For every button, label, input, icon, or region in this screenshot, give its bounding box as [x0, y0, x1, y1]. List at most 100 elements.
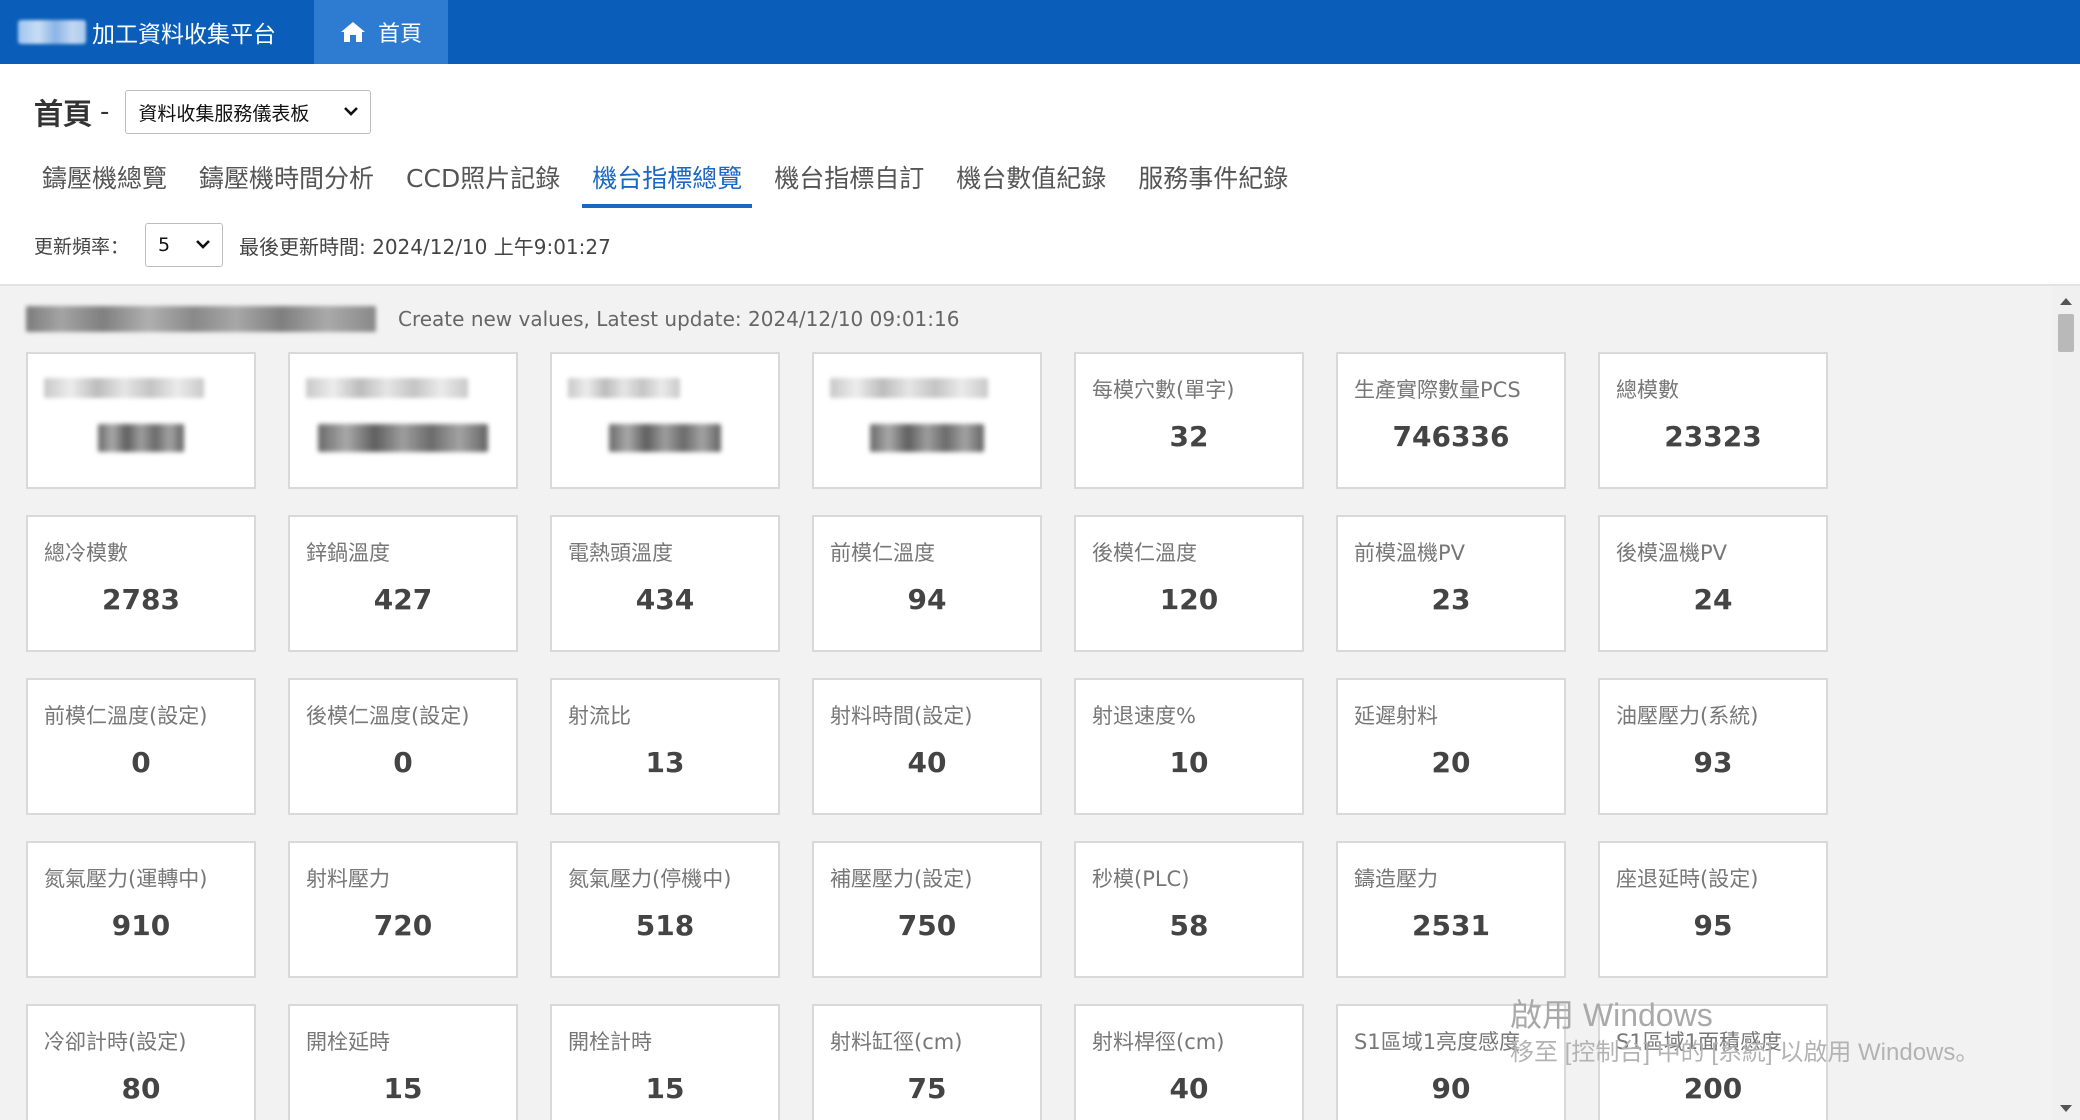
redacted-value — [609, 424, 721, 452]
scrollbar-thumb[interactable] — [2058, 314, 2074, 352]
indicator-label: 冷卻計時(設定) — [44, 1030, 187, 1054]
page-title: 首頁 — [34, 97, 93, 131]
indicator-value: 120 — [1159, 583, 1219, 616]
indicator-value: 13 — [645, 746, 685, 779]
indicator-label: S1區域1面積感度 — [1616, 1030, 1783, 1054]
indicator-card: 後模仁溫度(設定) 0 — [288, 678, 518, 815]
indicator-value: 200 — [1683, 1072, 1743, 1105]
indicator-label: 射料時間(設定) — [830, 704, 973, 728]
indicator-label: 鑄造壓力 — [1354, 867, 1438, 891]
indicator-card: 鑄造壓力 2531 — [1336, 841, 1566, 978]
tab-label: CCD照片記錄 — [406, 164, 561, 193]
refresh-interval-select[interactable]: 5 — [145, 223, 224, 267]
indicator-card: S1區域1面積感度 200 — [1598, 1004, 1828, 1120]
indicator-card: 生產實際數量PCS 746336 — [1336, 352, 1566, 489]
tab-ccd-photo-records[interactable]: CCD照片記錄 — [392, 150, 574, 204]
title-row: 首頁 - 資料收集服務儀表板 — [34, 90, 372, 134]
refresh-interval-value: 5 — [158, 234, 171, 256]
indicator-card: 氮氣壓力(運轉中) 910 — [26, 841, 256, 978]
indicator-card: 開栓計時 15 — [550, 1004, 780, 1120]
indicator-label: 生產實際數量PCS — [1354, 378, 1521, 402]
indicator-label: 每模穴數(單字) — [1092, 378, 1235, 402]
tab-bar: 鑄壓機總覽 鑄壓機時間分析 CCD照片記錄 機台指標總覽 機台指標自訂 機台數值… — [28, 150, 1306, 208]
redacted-label — [568, 378, 680, 398]
redacted-label — [306, 378, 468, 398]
indicator-value: 15 — [383, 1072, 423, 1105]
indicator-card: 射流比 13 — [550, 678, 780, 815]
indicator-card: 氮氣壓力(停機中) 518 — [550, 841, 780, 978]
indicator-card: 鋅鍋溫度 427 — [288, 515, 518, 652]
indicator-grid: 每模穴數(單字) 32 生產實際數量PCS 746336 總模數 23323 總冷模數… — [26, 352, 1828, 1120]
indicator-label: 射流比 — [568, 704, 631, 728]
indicator-value: 58 — [1169, 909, 1209, 942]
indicator-label: 補壓壓力(設定) — [830, 867, 973, 891]
tab-label: 機台指標自訂 — [774, 164, 925, 193]
indicator-card: 開栓延時 15 — [288, 1004, 518, 1120]
indicator-card-redacted — [288, 352, 518, 489]
indicator-label: S1區域1亮度感度 — [1354, 1030, 1521, 1054]
indicator-label: 射料桿徑(cm) — [1092, 1030, 1225, 1054]
chevron-down-icon — [196, 240, 210, 249]
indicator-value: 75 — [907, 1072, 947, 1105]
indicator-value: 10 — [1169, 746, 1209, 779]
redacted-value — [318, 424, 488, 452]
machine-id-redacted — [26, 306, 376, 332]
indicator-label: 射退速度% — [1092, 704, 1196, 728]
tab-die-caster-overview[interactable]: 鑄壓機總覽 — [28, 150, 181, 204]
indicator-label: 後模仁溫度(設定) — [306, 704, 470, 728]
indicator-value: 910 — [111, 909, 171, 942]
indicator-label: 射料壓力 — [306, 867, 390, 891]
indicator-card: 冷卻計時(設定) 80 — [26, 1004, 256, 1120]
tab-machine-indicator-overview[interactable]: 機台指標總覽 — [578, 150, 756, 208]
indicator-value: 32 — [1169, 420, 1209, 453]
tab-label: 鑄壓機總覽 — [42, 164, 168, 193]
home-icon — [340, 22, 365, 42]
tab-machine-indicator-custom[interactable]: 機台指標自訂 — [760, 150, 938, 204]
indicator-value: 750 — [897, 909, 957, 942]
indicator-label: 前模仁溫度 — [830, 541, 935, 565]
indicator-card: 補壓壓力(設定) 750 — [812, 841, 1042, 978]
indicator-label: 開栓延時 — [306, 1030, 390, 1054]
redacted-value — [98, 424, 184, 452]
indicator-card-redacted — [550, 352, 780, 489]
indicator-value: 93 — [1693, 746, 1733, 779]
tab-service-event-records[interactable]: 服務事件紀錄 — [1124, 150, 1302, 204]
indicator-card: 射料缸徑(cm) 75 — [812, 1004, 1042, 1120]
tab-die-caster-time-analysis[interactable]: 鑄壓機時間分析 — [185, 150, 388, 204]
brand[interactable]: 加工資料收集平台 — [18, 0, 276, 64]
refresh-label: 更新頻率： — [34, 235, 130, 258]
indicator-card: 射料壓力 720 — [288, 841, 518, 978]
indicator-value: 40 — [907, 746, 947, 779]
dashboard-select[interactable]: 資料收集服務儀表板 — [125, 90, 372, 134]
tab-machine-value-records[interactable]: 機台數值紀錄 — [942, 150, 1120, 204]
indicator-card: 前模溫機PV 23 — [1336, 515, 1566, 652]
nav-home-tab[interactable]: 首頁 — [314, 0, 448, 64]
title-dash: - — [100, 97, 110, 127]
redacted-label — [44, 378, 204, 398]
scroll-down-arrow-icon[interactable] — [2059, 1104, 2073, 1114]
indicator-card: 總冷模數 2783 — [26, 515, 256, 652]
indicator-label: 座退延時(設定) — [1616, 867, 1759, 891]
indicator-value: 2531 — [1412, 909, 1490, 942]
indicator-value: 40 — [1169, 1072, 1209, 1105]
brand-title: 加工資料收集平台 — [92, 22, 276, 48]
machine-update-meta: Create new values, Latest update: 2024/1… — [398, 307, 960, 331]
vertical-scrollbar[interactable] — [2052, 286, 2080, 1120]
indicator-label: 氮氣壓力(停機中) — [568, 867, 732, 891]
indicator-card: 秒模(PLC) 58 — [1074, 841, 1304, 978]
indicator-card: 射料桿徑(cm) 40 — [1074, 1004, 1304, 1120]
indicator-card: 後模溫機PV 24 — [1598, 515, 1828, 652]
indicator-card: 總模數 23323 — [1598, 352, 1828, 489]
tab-label: 鑄壓機時間分析 — [199, 164, 375, 193]
indicator-card: 油壓壓力(系統) 93 — [1598, 678, 1828, 815]
scroll-up-arrow-icon[interactable] — [2059, 296, 2073, 306]
indicator-card: 射退速度% 10 — [1074, 678, 1304, 815]
indicator-value: 720 — [373, 909, 433, 942]
redacted-value — [870, 424, 984, 452]
indicator-value: 15 — [645, 1072, 685, 1105]
indicator-label: 開栓計時 — [568, 1030, 652, 1054]
indicator-card: 每模穴數(單字) 32 — [1074, 352, 1304, 489]
tab-label: 機台指標總覽 — [592, 164, 743, 193]
indicator-card: 前模仁溫度(設定) 0 — [26, 678, 256, 815]
indicator-card-redacted — [812, 352, 1042, 489]
